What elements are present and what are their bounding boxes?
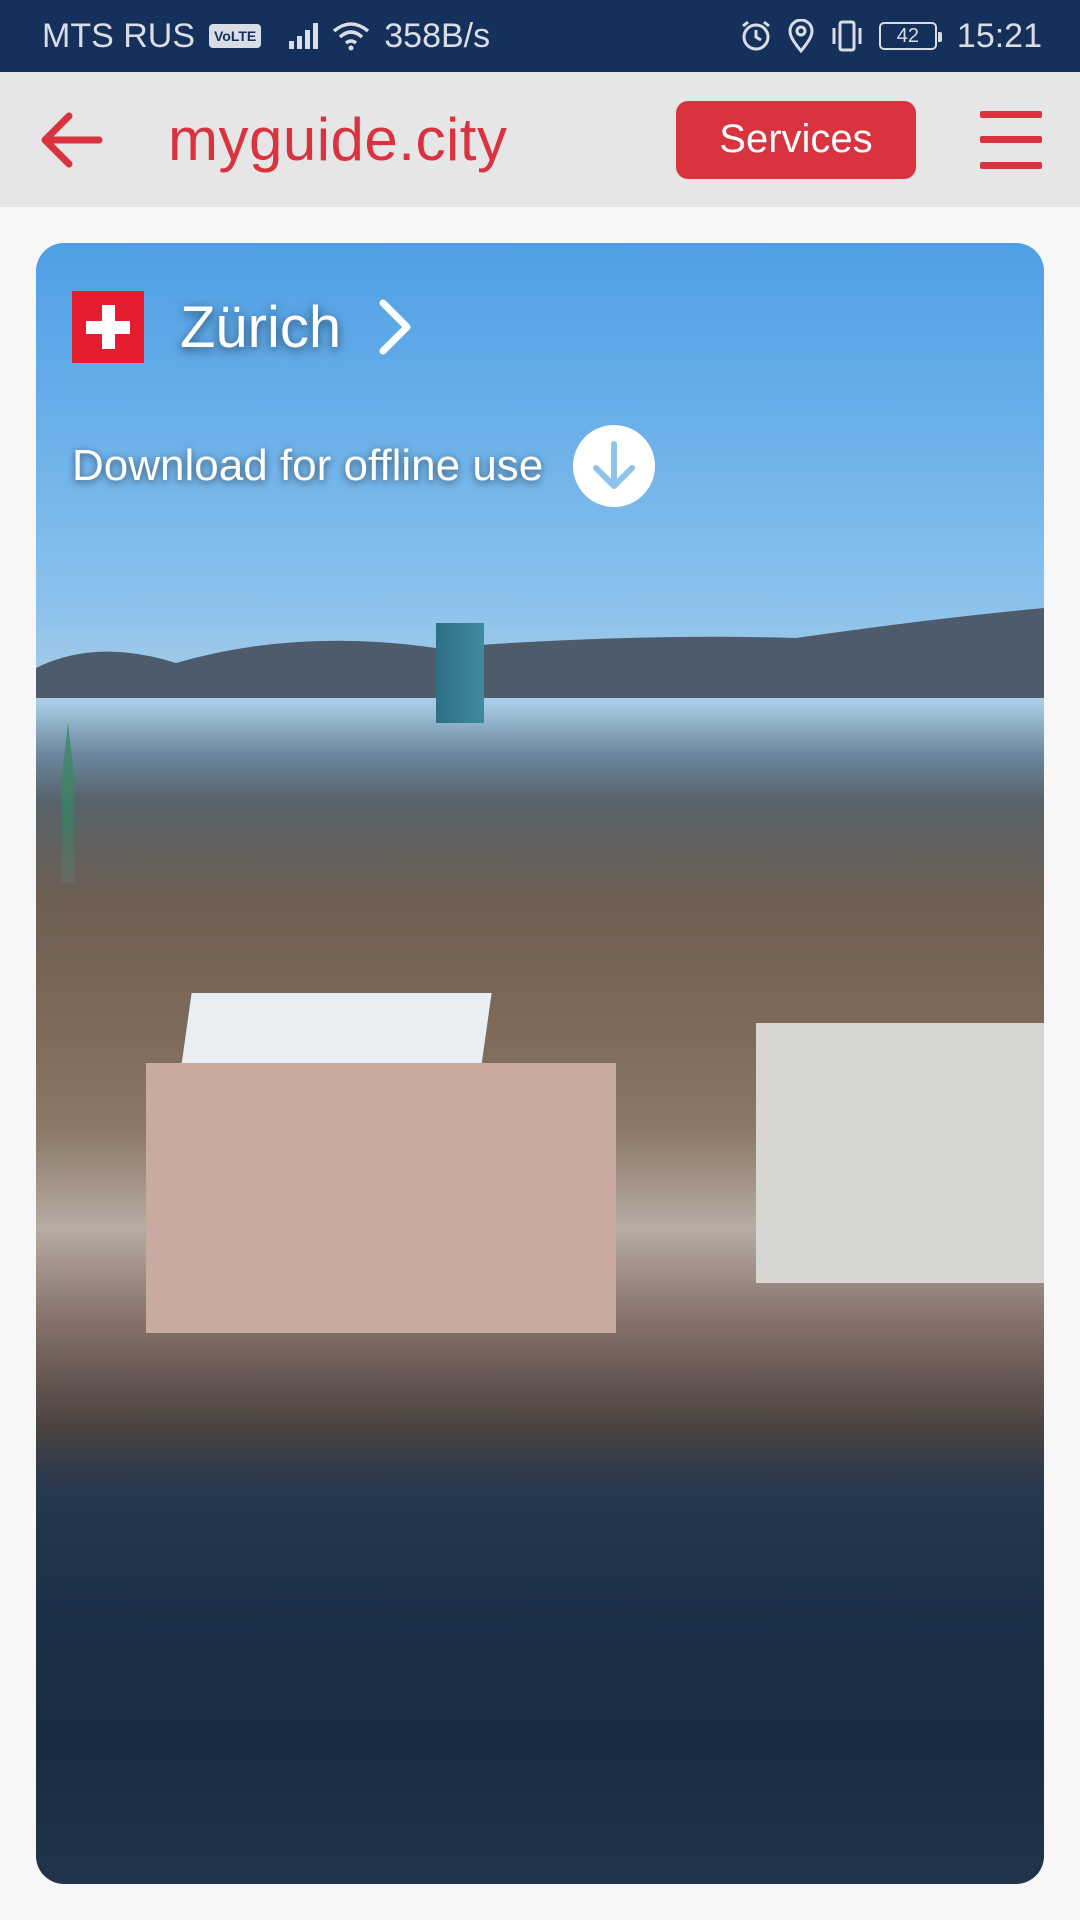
hamburger-menu-icon[interactable] (980, 110, 1042, 169)
signal-icon (289, 23, 319, 49)
pink-building (146, 1063, 616, 1333)
white-tent-roof (180, 993, 492, 1073)
location-icon (788, 19, 814, 53)
city-card[interactable]: Zürich Download for offline use (36, 243, 1044, 1884)
white-building (756, 1023, 1044, 1283)
hills-background (36, 608, 1044, 698)
battery-level: 42 (896, 24, 920, 47)
wifi-icon (333, 22, 370, 51)
download-label[interactable]: Download for offline use (72, 441, 543, 491)
city-header[interactable]: Zürich (72, 291, 415, 363)
carrier-label: MTS RUS (42, 16, 195, 55)
alarm-icon (741, 20, 770, 51)
chevron-right-icon[interactable] (375, 297, 415, 357)
city-name[interactable]: Zürich (180, 294, 341, 361)
battery-icon: 42 (878, 22, 942, 50)
app-toolbar: myguide.city Services (0, 72, 1080, 207)
skyscraper (436, 623, 484, 723)
status-bar-left: MTS RUS VoLTE 358B/s (42, 17, 490, 56)
arrow-left-icon (41, 112, 103, 167)
download-offline-row[interactable]: Download for offline use (72, 425, 656, 507)
clock: 15:21 (956, 16, 1042, 55)
network-speed: 358B/s (384, 16, 491, 55)
brand-title[interactable]: myguide.city (168, 105, 507, 174)
services-button[interactable]: Services (676, 100, 916, 179)
back-button[interactable] (38, 107, 104, 173)
church-tower (61, 723, 75, 883)
download-button[interactable] (573, 425, 656, 507)
status-bar: MTS RUS VoLTE 358B/s 42 15:21 (0, 0, 1080, 72)
swiss-flag-icon (72, 291, 144, 363)
vibrate-icon (832, 20, 862, 52)
volte-icon: VoLTE (209, 24, 262, 48)
status-bar-right: 42 15:21 (739, 17, 1042, 56)
download-arrow-icon (593, 441, 636, 489)
